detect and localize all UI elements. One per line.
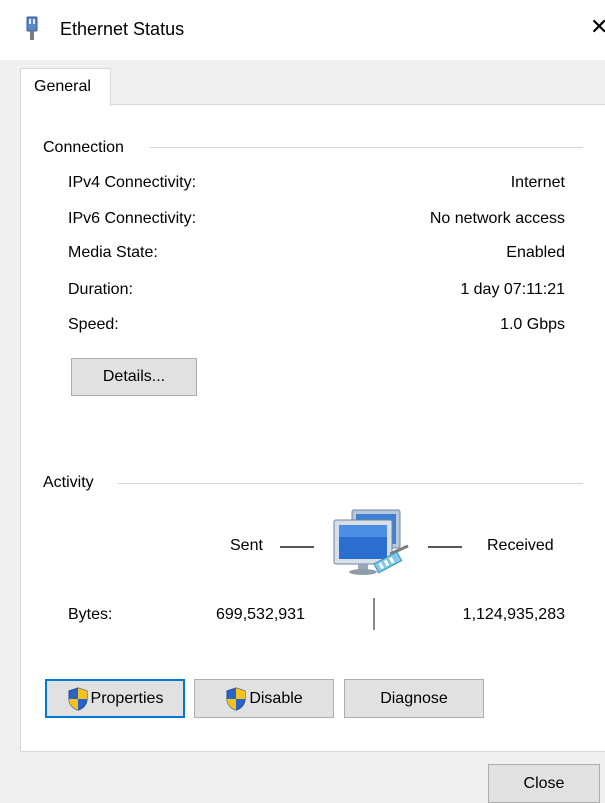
ipv6-label: IPv6 Connectivity: (68, 210, 197, 227)
general-panel (20, 104, 605, 752)
duration-value: 1 day 07:11:21 (460, 281, 565, 298)
connection-group-label: Connection (43, 139, 130, 157)
diagnose-button[interactable]: Diagnose (344, 679, 484, 718)
bytes-received-value: 1,124,935,283 (462, 606, 565, 623)
ethernet-icon (26, 16, 38, 40)
ipv4-label: IPv4 Connectivity: (68, 174, 197, 191)
duration-label: Duration: (68, 281, 133, 298)
activity-group-line (118, 483, 583, 484)
connection-group-line (150, 147, 583, 148)
speed-label: Speed: (68, 316, 119, 333)
disable-button-label: Disable (249, 689, 303, 707)
received-label: Received (487, 537, 554, 554)
speed-value: 1.0 Gbps (500, 316, 565, 333)
sent-dash (280, 546, 314, 548)
title-bar: Ethernet Status ✕ (0, 0, 605, 60)
activity-group-label: Activity (43, 474, 100, 492)
properties-button-label: Properties (90, 689, 164, 707)
diagnose-button-label: Diagnose (380, 689, 448, 707)
close-window-icon[interactable]: ✕ (590, 16, 605, 38)
details-button-label: Details... (102, 368, 166, 385)
ipv6-value: No network access (429, 210, 565, 227)
bytes-divider (373, 598, 375, 630)
close-button-label: Close (523, 774, 565, 792)
media-state-value: Enabled (506, 244, 565, 261)
ipv4-value: Internet (510, 174, 565, 191)
received-dash (428, 546, 462, 548)
tab-general-label: General (34, 78, 91, 95)
uac-shield-icon (68, 686, 88, 711)
disable-button[interactable]: Disable (194, 679, 334, 718)
tab-general[interactable]: General (20, 68, 111, 106)
properties-button[interactable]: Properties (45, 679, 185, 718)
network-computers-icon (333, 509, 409, 575)
sent-label: Sent (230, 537, 263, 554)
uac-shield-icon (226, 686, 246, 711)
media-state-label: Media State: (68, 244, 158, 261)
window-title: Ethernet Status (60, 19, 185, 39)
close-button[interactable]: Close (488, 764, 600, 803)
details-button[interactable]: Details... (71, 358, 197, 396)
bytes-label: Bytes: (68, 606, 113, 623)
bytes-sent-value: 699,532,931 (216, 606, 305, 623)
